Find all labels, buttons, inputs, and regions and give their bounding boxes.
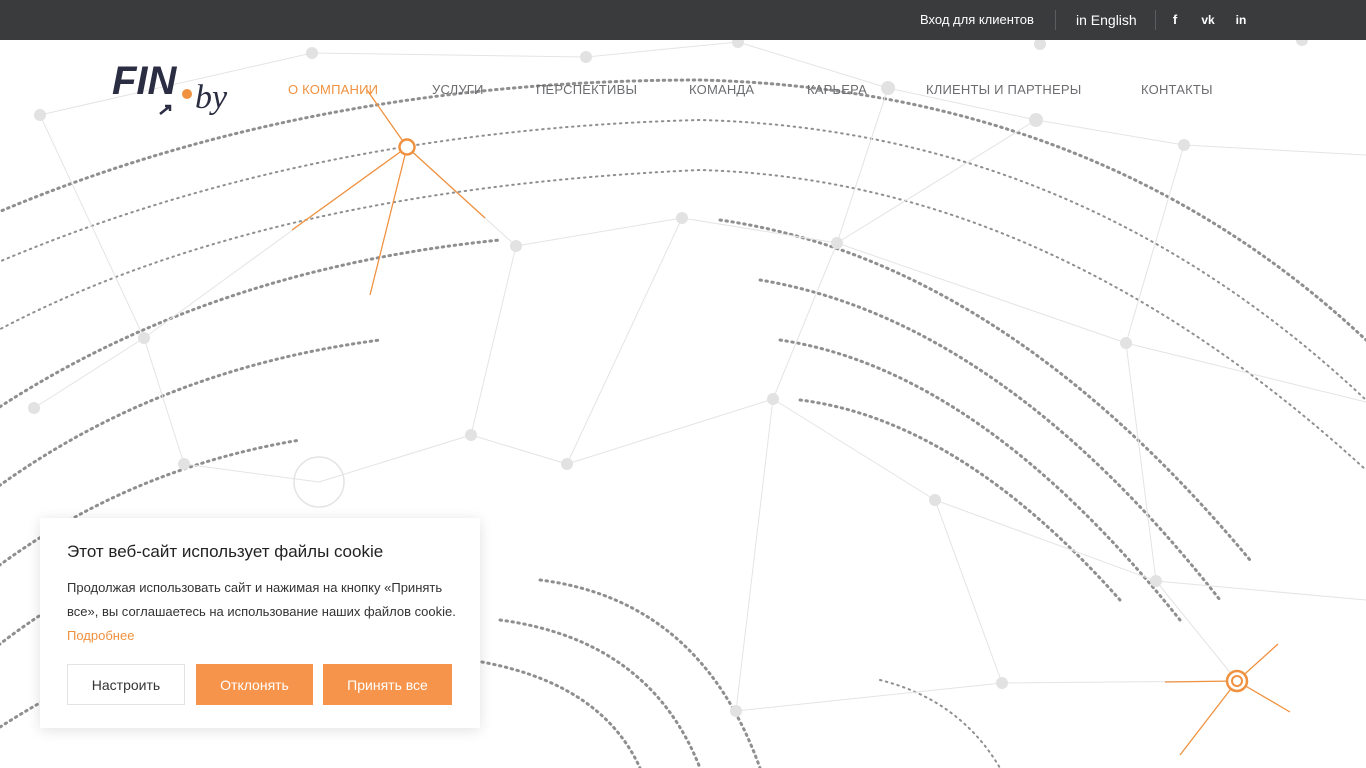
cookie-title: Этот веб-сайт использует файлы cookie (67, 542, 384, 561)
nav-item-team[interactable]: КОМАНДА (689, 82, 754, 97)
vk-icon[interactable]: vk (1199, 11, 1217, 29)
topbar-divider (1155, 10, 1156, 30)
nav-item-career[interactable]: КАРЬЕРА (807, 82, 867, 97)
language-switch-link[interactable]: in English (1076, 12, 1137, 28)
logo-arrow-icon (159, 104, 172, 115)
cookie-accept-all-button[interactable]: Принять все (323, 664, 452, 705)
nav-item-services[interactable]: УСЛУГИ (432, 82, 484, 97)
cookie-description: Продолжая использовать сайт и нажимая на… (67, 580, 456, 619)
cookie-configure-button[interactable]: Настроить (67, 664, 185, 705)
client-login-link[interactable]: Вход для клиентов (920, 12, 1034, 27)
nav-item-contacts[interactable]: КОНТАКТЫ (1141, 82, 1213, 97)
topbar-divider (1055, 10, 1056, 30)
cookie-text-block: Продолжая использовать сайт и нажимая на… (67, 576, 462, 648)
linkedin-icon[interactable]: in (1232, 11, 1250, 29)
top-bar: Вход для клиентов in English f vk in (0, 0, 1366, 40)
nav-item-clients-partners[interactable]: КЛИЕНТЫ И ПАРТНЕРЫ (926, 82, 1081, 97)
cookie-more-link[interactable]: Подробнее (67, 628, 134, 643)
nav-item-perspectives[interactable]: ПЕРСПЕКТИВЫ (536, 82, 637, 97)
cookie-consent-dialog: Этот веб-сайт использует файлы cookie Пр… (40, 518, 480, 728)
main-navigation: О КОМПАНИИ УСЛУГИ ПЕРСПЕКТИВЫ КОМАНДА КА… (0, 82, 1366, 102)
facebook-icon[interactable]: f (1166, 11, 1184, 29)
cookie-reject-button[interactable]: Отклонять (196, 664, 313, 705)
nav-item-about[interactable]: О КОМПАНИИ (288, 82, 378, 97)
